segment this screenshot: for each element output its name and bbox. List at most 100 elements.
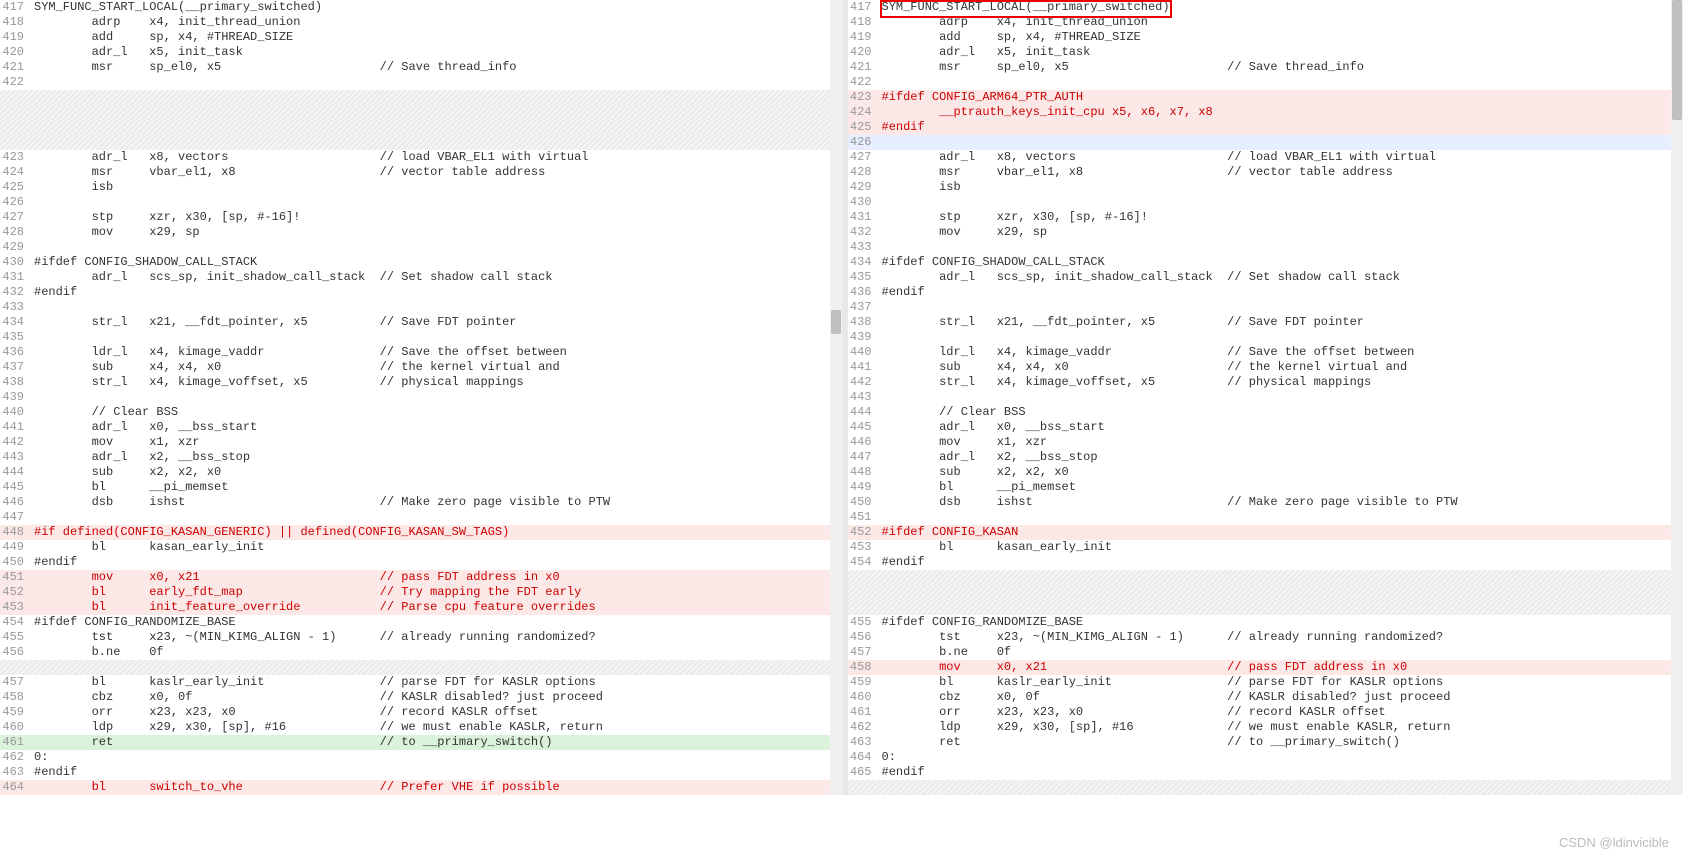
code-row[interactable]: 4620: — [0, 750, 836, 765]
code-row[interactable]: 432 mov x29, sp — [848, 225, 1683, 240]
right-diff-pane[interactable]: 417SYM_FUNC_START_LOCAL(__primary_switch… — [848, 0, 1683, 795]
code-row[interactable]: 446 dsb ishst // Make zero page visible … — [0, 495, 836, 510]
code-row[interactable]: 438 str_l x4, kimage_voffset, x5 // phys… — [0, 375, 836, 390]
code-row[interactable]: 459 orr x23, x23, x0 // record KASLR off… — [0, 705, 836, 720]
code-row[interactable]: 450 dsb ishst // Make zero page visible … — [848, 495, 1683, 510]
code-row[interactable]: 431 adr_l scs_sp, init_shadow_call_stack… — [0, 270, 836, 285]
code-row[interactable]: 425 isb — [0, 180, 836, 195]
code-row[interactable]: 461 orr x23, x23, x0 // record KASLR off… — [848, 705, 1683, 720]
scroll-thumb[interactable] — [1672, 0, 1682, 120]
code-row[interactable]: 449 bl __pi_memset — [848, 480, 1683, 495]
code-row[interactable] — [0, 120, 836, 135]
code-row[interactable]: 434 str_l x21, __fdt_pointer, x5 // Save… — [0, 315, 836, 330]
code-row[interactable]: 430#ifdef CONFIG_SHADOW_CALL_STACK — [0, 255, 836, 270]
code-row[interactable]: 442 mov x1, xzr — [0, 435, 836, 450]
code-row[interactable]: 421 msr sp_el0, x5 // Save thread_info — [0, 60, 836, 75]
code-row[interactable]: 447 — [0, 510, 836, 525]
code-row[interactable]: 424 msr vbar_el1, x8 // vector table add… — [0, 165, 836, 180]
code-row[interactable]: 449 bl kasan_early_init — [0, 540, 836, 555]
code-row[interactable]: 451 mov x0, x21 // pass FDT address in x… — [0, 570, 836, 585]
code-row[interactable]: 451 — [848, 510, 1683, 525]
code-row[interactable] — [0, 90, 836, 105]
code-row[interactable]: 432#endif — [0, 285, 836, 300]
code-row[interactable]: 455 tst x23, ~(MIN_KIMG_ALIGN - 1) // al… — [0, 630, 836, 645]
code-row[interactable]: 4640: — [848, 750, 1683, 765]
code-row[interactable]: 460 ldp x29, x30, [sp], #16 // we must e… — [0, 720, 836, 735]
code-row[interactable]: 418 adrp x4, init_thread_union — [848, 15, 1683, 30]
code-row[interactable]: 457 b.ne 0f — [848, 645, 1683, 660]
code-row[interactable]: 427 adr_l x8, vectors // load VBAR_EL1 w… — [848, 150, 1683, 165]
code-row[interactable]: 454#ifdef CONFIG_RANDOMIZE_BASE — [0, 615, 836, 630]
scroll-thumb[interactable] — [831, 310, 841, 334]
code-row[interactable]: 427 stp xzr, x30, [sp, #-16]! — [0, 210, 836, 225]
code-row[interactable]: 459 bl kaslr_early_init // parse FDT for… — [848, 675, 1683, 690]
code-row[interactable]: 435 — [0, 330, 836, 345]
code-row[interactable]: 463 ret // to __primary_switch() — [848, 735, 1683, 750]
code-row[interactable]: 422 — [0, 75, 836, 90]
code-row[interactable]: 418 adrp x4, init_thread_union — [0, 15, 836, 30]
code-row[interactable]: 444 sub x2, x2, x0 — [0, 465, 836, 480]
code-row[interactable]: 456 tst x23, ~(MIN_KIMG_ALIGN - 1) // al… — [848, 630, 1683, 645]
code-row[interactable]: 461 ret // to __primary_switch() — [0, 735, 836, 750]
code-row[interactable] — [848, 585, 1683, 600]
code-row[interactable]: 437 sub x4, x4, x0 // the kernel virtual… — [0, 360, 836, 375]
code-row[interactable]: 463#endif — [0, 765, 836, 780]
code-row[interactable]: 460 cbz x0, 0f // KASLR disabled? just p… — [848, 690, 1683, 705]
code-row[interactable]: 419 add sp, x4, #THREAD_SIZE — [0, 30, 836, 45]
code-row[interactable]: 452 bl early_fdt_map // Try mapping the … — [0, 585, 836, 600]
code-row[interactable]: 465#endif — [848, 765, 1683, 780]
code-row[interactable]: 445 adr_l x0, __bss_start — [848, 420, 1683, 435]
code-row[interactable]: 455#ifdef CONFIG_RANDOMIZE_BASE — [848, 615, 1683, 630]
code-row[interactable]: 417SYM_FUNC_START_LOCAL(__primary_switch… — [0, 0, 836, 15]
code-row[interactable]: 420 adr_l x5, init_task — [848, 45, 1683, 60]
code-row[interactable]: 446 mov x1, xzr — [848, 435, 1683, 450]
code-row[interactable]: 454#endif — [848, 555, 1683, 570]
code-row[interactable]: 425#endif — [848, 120, 1683, 135]
code-row[interactable]: 439 — [848, 330, 1683, 345]
code-row[interactable]: 426 — [0, 195, 836, 210]
code-row[interactable]: 428 msr vbar_el1, x8 // vector table add… — [848, 165, 1683, 180]
code-row[interactable]: 443 adr_l x2, __bss_stop — [0, 450, 836, 465]
code-row[interactable]: 456 b.ne 0f — [0, 645, 836, 660]
code-row[interactable]: 445 bl __pi_memset — [0, 480, 836, 495]
code-row[interactable]: 441 adr_l x0, __bss_start — [0, 420, 836, 435]
code-row[interactable]: 443 — [848, 390, 1683, 405]
code-row[interactable]: 426 — [848, 135, 1683, 150]
code-row[interactable] — [848, 600, 1683, 615]
code-row[interactable]: 448#if defined(CONFIG_KASAN_GENERIC) || … — [0, 525, 836, 540]
code-row[interactable]: 434#ifdef CONFIG_SHADOW_CALL_STACK — [848, 255, 1683, 270]
code-row[interactable]: 417SYM_FUNC_START_LOCAL(__primary_switch… — [848, 0, 1683, 15]
code-row[interactable]: 423#ifdef CONFIG_ARM64_PTR_AUTH — [848, 90, 1683, 105]
code-row[interactable]: 437 — [848, 300, 1683, 315]
code-row[interactable] — [0, 135, 836, 150]
code-row[interactable]: 452#ifdef CONFIG_KASAN — [848, 525, 1683, 540]
code-row[interactable]: 433 — [0, 300, 836, 315]
code-row[interactable]: 444 // Clear BSS — [848, 405, 1683, 420]
code-row[interactable]: 430 — [848, 195, 1683, 210]
code-row[interactable] — [848, 570, 1683, 585]
code-row[interactable] — [0, 660, 836, 675]
left-scrollbar[interactable] — [830, 0, 842, 795]
left-diff-pane[interactable]: 417SYM_FUNC_START_LOCAL(__primary_switch… — [0, 0, 848, 795]
code-row[interactable]: 442 str_l x4, kimage_voffset, x5 // phys… — [848, 375, 1683, 390]
code-row[interactable]: 440 ldr_l x4, kimage_vaddr // Save the o… — [848, 345, 1683, 360]
code-row[interactable]: 458 cbz x0, 0f // KASLR disabled? just p… — [0, 690, 836, 705]
code-row[interactable]: 453 bl init_feature_override // Parse cp… — [0, 600, 836, 615]
code-row[interactable]: 458 mov x0, x21 // pass FDT address in x… — [848, 660, 1683, 675]
code-row[interactable]: 462 ldp x29, x30, [sp], #16 // we must e… — [848, 720, 1683, 735]
code-row[interactable]: 436#endif — [848, 285, 1683, 300]
code-row[interactable]: 428 mov x29, sp — [0, 225, 836, 240]
code-row[interactable]: 433 — [848, 240, 1683, 255]
code-row[interactable]: 420 adr_l x5, init_task — [0, 45, 836, 60]
right-scrollbar[interactable] — [1671, 0, 1683, 795]
code-row[interactable]: 441 sub x4, x4, x0 // the kernel virtual… — [848, 360, 1683, 375]
code-row[interactable]: 457 bl kaslr_early_init // parse FDT for… — [0, 675, 836, 690]
code-row[interactable]: 423 adr_l x8, vectors // load VBAR_EL1 w… — [0, 150, 836, 165]
code-row[interactable]: 431 stp xzr, x30, [sp, #-16]! — [848, 210, 1683, 225]
code-row[interactable]: 422 — [848, 75, 1683, 90]
code-row[interactable]: 464 bl switch_to_vhe // Prefer VHE if po… — [0, 780, 836, 795]
code-row[interactable] — [0, 105, 836, 120]
code-row[interactable]: 439 — [0, 390, 836, 405]
code-row[interactable]: 421 msr sp_el0, x5 // Save thread_info — [848, 60, 1683, 75]
code-row[interactable]: 450#endif — [0, 555, 836, 570]
